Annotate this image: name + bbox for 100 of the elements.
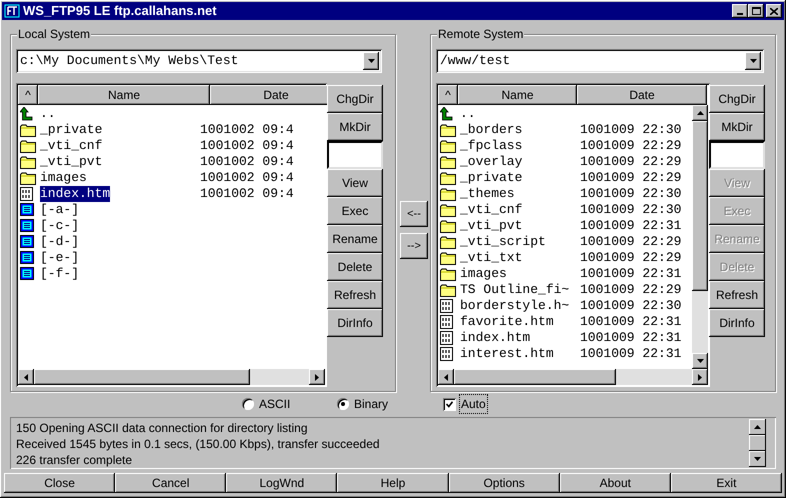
file-name[interactable]: borderstyle.h~ (460, 298, 570, 314)
folder-icon (20, 124, 36, 136)
path-dropdown[interactable]: /www/test (436, 49, 764, 73)
folder-icon (20, 156, 36, 168)
log-line: 150 Opening ASCII data connection for directory listing (16, 420, 309, 436)
folder-icon (440, 188, 456, 200)
file-date: 1001009 22:31 (580, 218, 682, 234)
path-dropdown[interactable]: c:\My Documents\My Webs\Test (16, 49, 382, 73)
transfer-button[interactable]: <-- (400, 201, 428, 227)
file-date: 1001002 09:4 (200, 186, 294, 202)
footer-button[interactable]: Cancel (115, 473, 226, 493)
file-name[interactable]: _fpclass (460, 138, 522, 154)
command-button[interactable]: Rename (327, 225, 383, 253)
transfer-button[interactable]: --> (400, 233, 428, 259)
file-name[interactable]: _themes (460, 186, 515, 202)
file-name[interactable]: _vti_script (460, 234, 546, 250)
file-date: 1001002 09:4 (200, 154, 294, 170)
folder-icon (440, 252, 456, 264)
footer-button[interactable]: Exit (670, 473, 782, 493)
file-name[interactable]: [-e-] (40, 250, 80, 266)
file-name[interactable]: .. (40, 106, 56, 122)
input-field[interactable] (709, 141, 765, 169)
file-name[interactable]: TS Outline_fi~ (460, 282, 570, 298)
radio-button[interactable] (337, 398, 349, 410)
command-button[interactable]: MkDir (709, 113, 765, 141)
file-name[interactable]: _vti_pvt (460, 218, 522, 234)
file-date: 1001009 22:29 (580, 282, 682, 298)
file-name[interactable]: images (460, 266, 507, 282)
file-name[interactable]: [-c-] (40, 218, 80, 234)
file-date: 1001002 09:4 (200, 138, 294, 154)
log-scrollbar[interactable] (749, 419, 766, 467)
file-date: 1001002 09:4 (200, 122, 294, 138)
checkbox-label: Auto (460, 395, 487, 413)
file-name[interactable]: favorite.htm (460, 314, 554, 330)
command-button[interactable]: Refresh (327, 281, 383, 309)
file-date: 1001002 09:4 (200, 170, 294, 186)
command-button[interactable]: DirInfo (327, 309, 383, 337)
command-button[interactable]: Refresh (709, 281, 765, 309)
drive-icon (20, 267, 35, 281)
file-name[interactable]: _vti_pvt (40, 154, 102, 170)
file-name[interactable]: _overlay (460, 154, 522, 170)
file-name[interactable]: _private (40, 122, 102, 138)
file-name[interactable]: index.htm (40, 186, 110, 202)
binary-file-icon (440, 331, 453, 345)
folder-icon (440, 204, 456, 216)
file-date: 1001009 22:31 (580, 330, 682, 346)
command-button[interactable]: ChgDir (327, 85, 383, 113)
command-button[interactable]: Exec (327, 197, 383, 225)
command-button[interactable]: ChgDir (709, 85, 765, 113)
file-name[interactable]: [-a-] (40, 202, 80, 218)
file-name[interactable]: [-f-] (40, 266, 80, 282)
file-name[interactable]: .. (460, 106, 476, 122)
footer-button[interactable]: LogWnd (226, 473, 338, 493)
input-field[interactable] (327, 141, 383, 169)
folder-icon (440, 284, 456, 296)
scroll-left-icon (24, 374, 28, 380)
column-header[interactable]: Name (458, 85, 577, 105)
footer-button[interactable]: Close (4, 473, 116, 493)
folder-icon (440, 156, 456, 168)
check-icon (446, 400, 453, 408)
horizontal-scrollbar[interactable] (438, 369, 708, 385)
file-name[interactable]: images (40, 170, 87, 186)
column-header[interactable]: Name (38, 85, 210, 105)
file-name[interactable]: _vti_txt (460, 250, 522, 266)
column-header[interactable]: Date (577, 85, 707, 105)
log-line: 226 transfer complete (16, 452, 134, 468)
footer-button[interactable]: About (560, 473, 671, 493)
minimize-icon (737, 13, 743, 15)
file-name[interactable]: _vti_cnf (40, 138, 102, 154)
radio-button[interactable] (242, 398, 254, 410)
file-name[interactable]: _vti_cnf (460, 202, 522, 218)
command-button[interactable]: Delete (327, 253, 383, 281)
file-name[interactable]: interest.htm (460, 346, 554, 362)
file-list[interactable] (436, 83, 710, 387)
vertical-scrollbar[interactable] (692, 105, 708, 369)
command-button[interactable]: MkDir (327, 113, 383, 141)
file-date: 1001009 22:29 (580, 250, 682, 266)
column-header[interactable]: Date (210, 85, 327, 105)
drive-icon (20, 251, 35, 265)
file-name[interactable]: _private (460, 170, 522, 186)
command-button[interactable]: DirInfo (709, 309, 765, 337)
file-date: 1001009 22:30 (580, 186, 682, 202)
maximize-button[interactable] (748, 4, 764, 18)
file-name[interactable]: index.htm (460, 330, 530, 346)
file-name[interactable]: _borders (460, 122, 522, 138)
minimize-button[interactable] (732, 4, 748, 18)
footer-button[interactable]: Help (337, 473, 449, 493)
folder-icon (440, 236, 456, 248)
folder-icon (20, 140, 36, 152)
footer-button[interactable]: Options (448, 473, 560, 493)
column-header[interactable]: ^ (18, 85, 38, 105)
column-header[interactable]: ^ (438, 85, 458, 105)
up-arrow-icon (440, 107, 454, 121)
checkbox[interactable] (443, 398, 456, 410)
horizontal-scrollbar[interactable] (18, 369, 325, 385)
command-button[interactable]: View (327, 169, 383, 197)
file-list[interactable]: ^ Name Date .. _private 1001002 09:4 _vti_cnf 1001002 09:4 _vti_pvt 1001002 09:4 images 1001002 09:4 index.htm 1001002 09:4 [-a-] [-c-] [-d-] [-e-] [-f-] (16, 83, 327, 387)
file-name[interactable]: [-d-] (40, 234, 80, 250)
file-date: 1001009 22:29 (580, 170, 682, 186)
close-button[interactable] (766, 4, 782, 18)
